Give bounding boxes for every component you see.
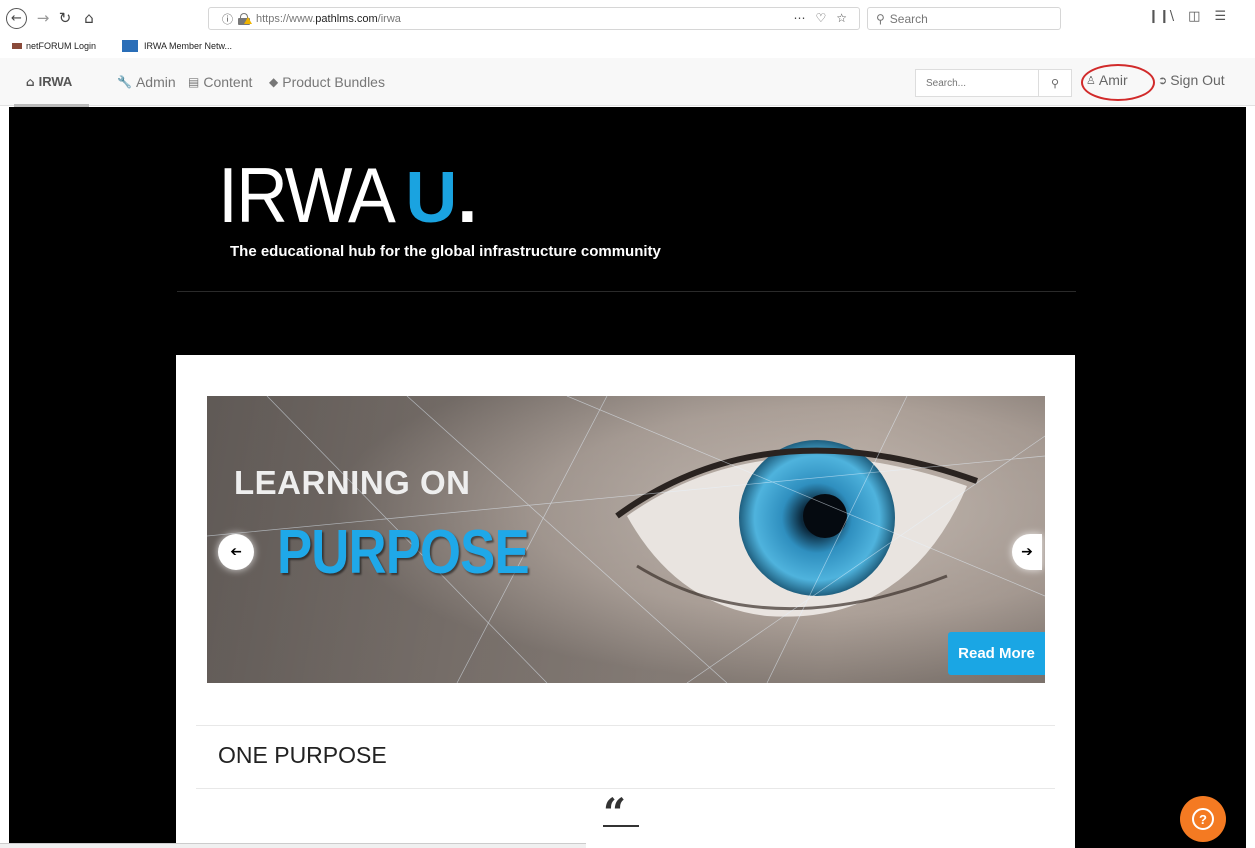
back-arrow-icon[interactable]: ← [6,8,27,29]
help-button[interactable]: ? [1180,796,1226,842]
wrench-icon: 🔧 [117,75,132,89]
site-search: ⚲ [915,69,1072,97]
user-name: Amir [1098,72,1128,88]
nav-content[interactable]: ▤ Content [188,74,252,90]
carousel-prev-arrow-icon[interactable]: ➔ [218,534,254,570]
site-logo[interactable]: IRWA U . [218,144,477,234]
library-icon[interactable]: ❙❙\ [1148,9,1174,24]
nav-bundles-label: Product Bundles [282,74,385,90]
slide-title-line2: PURPOSE [277,518,530,587]
url-text[interactable]: https://www.pathlms.com/irwa [256,13,401,25]
reload-icon[interactable]: ↻ [56,8,74,28]
info-icon[interactable]: ⓘ [222,11,233,27]
browser-status-bar [0,843,586,848]
insecure-lock-icon[interactable] [238,13,252,25]
user-icon: ♙ [1086,73,1096,87]
book-icon: ▤ [188,75,200,89]
nav-home[interactable]: ⌂ IRWA [26,74,72,89]
url-domain: pathlms.com [315,12,378,25]
nav-admin-label: Admin [135,74,176,90]
read-more-button[interactable]: Read More [948,632,1045,675]
section-divider-bottom [196,788,1055,789]
sidebar-icon[interactable]: ◫ [1188,9,1200,24]
forward-arrow-icon[interactable]: → [34,8,52,28]
home-icon[interactable]: ⌂ [80,8,98,28]
browser-search-field[interactable]: ⚲ Search [867,7,1061,30]
nav-content-label: Content [203,74,253,90]
page-actions-icon[interactable]: ⋯ [793,11,805,25]
bookmark-irwa-member[interactable]: IRWA Member Netw... [108,40,232,52]
url-actions: ⋯ ♡ ☆ [793,11,847,25]
search-icon: ⚲ [1050,76,1060,90]
search-icon: ⚲ [876,11,885,26]
bookmarks-bar: netFORUM Login IRWA Member Netw... [0,36,1255,56]
hero-tagline: The educational hub for the global infra… [230,243,661,260]
hero-divider [177,291,1076,292]
sign-out-icon: ➲ [1158,73,1168,87]
nav-admin[interactable]: 🔧 Admin [117,74,176,90]
sign-out-link[interactable]: ➲ Sign Out [1158,72,1225,88]
logo-accent: U [405,158,458,238]
tags-icon: ◆ [269,75,279,89]
url-bar[interactable]: ⓘ https://www.pathlms.com/irwa ⋯ ♡ ☆ [208,7,860,30]
bookmark-label: netFORUM Login [26,41,97,51]
nav-home-label: IRWA [38,74,73,89]
site-search-input[interactable] [916,70,1038,96]
quote-mark: “ [603,790,627,837]
logo-dot: . [457,158,478,238]
section-title: ONE PURPOSE [218,742,387,768]
url-path: /irwa [377,12,401,25]
home-icon: ⌂ [26,74,35,89]
bookmark-label: IRWA Member Netw... [144,41,233,51]
browser-menu-icons: ❙❙\ ◫ ☰ [1148,9,1226,24]
section-divider-top [196,725,1055,726]
url-prefix: https://www. [256,12,316,25]
browser-toolbar: ← → ↻ ⌂ ⓘ https://www.pathlms.com/irwa ⋯… [0,0,1255,36]
sign-out-label: Sign Out [1170,72,1225,88]
pocket-icon[interactable]: ♡ [815,11,826,25]
bookmark-netforum[interactable]: netFORUM Login [12,41,96,51]
search-button[interactable]: ⚲ [1038,70,1071,96]
question-icon: ? [1192,808,1214,830]
bookmark-star-icon[interactable]: ☆ [836,11,847,25]
browser-search-placeholder: Search [889,11,928,26]
user-menu-link[interactable]: ♙ Amir [1086,72,1128,88]
menu-icon[interactable]: ☰ [1214,9,1226,24]
irwa-favicon-icon [122,40,139,52]
slide-title-line1: LEARNING ON [234,464,471,501]
quote-underline [603,825,639,827]
carousel-next-arrow-icon[interactable]: ➔ [1012,534,1042,570]
netforum-favicon-icon [12,43,22,49]
nav-product-bundles[interactable]: ◆ Product Bundles [269,74,385,90]
logo-text: IRWA [218,151,396,239]
